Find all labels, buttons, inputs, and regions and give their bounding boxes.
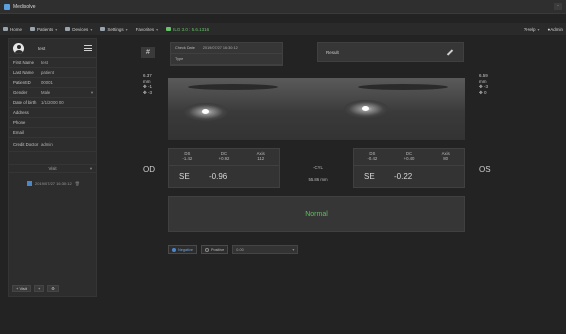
app-icon — [4, 3, 10, 10]
menu-bar: Home Patients ▾ Devices ▾ Settings ▾ Fav… — [0, 23, 566, 35]
right-pupil-measure: 6.59 mm ✥ -3 ✥ 0 — [479, 73, 489, 95]
field-date-of-birth[interactable]: Date of birth 1/1/2000 00 — [9, 98, 96, 108]
type-row: Type — [171, 54, 282, 65]
menu-help[interactable]: ? Help ▾ — [524, 27, 540, 32]
hash-button[interactable]: # — [141, 47, 155, 58]
edit-icon[interactable] — [446, 49, 454, 56]
left-brow — [188, 84, 278, 90]
chevron-down-icon: ▾ — [90, 26, 93, 32]
devices-icon — [65, 27, 71, 31]
os-label: OS — [479, 165, 491, 174]
settings-button[interactable]: ⚙ — [47, 285, 59, 292]
chevron-down-icon: ▾ — [125, 26, 128, 32]
field-first-name[interactable]: First Name test — [9, 58, 96, 68]
avatar — [13, 42, 24, 54]
field-patient-id[interactable]: PatientID 00001 — [9, 78, 96, 88]
arrow-vertical-icon: ✥ — [143, 89, 147, 95]
add-visit-button[interactable]: + Visit — [12, 285, 31, 292]
os-dc: DC +0.40 — [403, 151, 415, 161]
os-ds: DS -0.42 — [367, 151, 378, 161]
arrow-vertical-icon: ✥ — [479, 89, 483, 95]
chevron-down-icon: ▾ — [537, 26, 540, 32]
field-gender[interactable]: Gender Male ▾ — [9, 88, 96, 98]
menu-devices[interactable]: Devices ▾ — [65, 27, 92, 32]
positive-radio[interactable]: Positive — [201, 245, 229, 254]
od-se-value: -0.96 — [209, 172, 228, 181]
patient-name: test — [38, 45, 46, 51]
os-se-label: SE — [364, 172, 375, 181]
minimize-button[interactable]: - — [554, 3, 562, 10]
left-pupil-measure: 6.37 mm ✥ -1 ✥ -3 — [143, 73, 153, 95]
field-last-name[interactable]: Last Name patient — [9, 68, 96, 78]
center-measure: -CYL 55.86 mm — [308, 165, 328, 182]
chevron-down-icon: ▾ — [156, 26, 159, 32]
field-email[interactable]: Email — [9, 128, 96, 138]
od-measurement-panel: DS -1.42 DC +0.92 Axis 112 SE -0.96 — [168, 148, 280, 188]
check-info-panel: Check Date 2019/07/27 16:30:12 Type — [170, 42, 283, 66]
add-button[interactable]: + — [33, 285, 45, 292]
result-panel: Result — [317, 42, 464, 62]
od-label: OD — [143, 165, 155, 174]
radio-dot-icon — [172, 247, 176, 252]
check-date-row: Check Date 2019/07/27 16:30:12 — [171, 43, 282, 54]
hamburger-menu-icon[interactable] — [84, 45, 92, 51]
chevron-down-icon: ▾ — [89, 165, 92, 171]
sidebar-toolbar: + Visit + ⚙ — [12, 285, 62, 292]
delete-icon[interactable]: 🗑 — [75, 181, 80, 186]
diagnosis-result: Normal — [168, 196, 465, 232]
field-address[interactable]: Address — [9, 108, 96, 118]
menu-settings[interactable]: Settings ▾ — [100, 26, 128, 32]
chevron-down-icon: ▾ — [55, 26, 58, 32]
od-ds: DS -1.42 — [182, 151, 193, 161]
menu-home[interactable]: Home — [3, 27, 22, 32]
pupil-reflection — [202, 109, 209, 114]
visits-header[interactable]: Visit ▾ — [9, 164, 96, 173]
radio-dot-icon — [205, 247, 209, 252]
field-credit-doctor[interactable]: Credit Doctor admin — [9, 138, 96, 152]
bottom-controls: Negative Positive 0.00 ▾ — [168, 245, 299, 254]
patient-sidebar: test First Name test Last Name patient P… — [8, 38, 97, 297]
menu-admin[interactable]: ● Admin — [548, 27, 563, 32]
negative-radio[interactable]: Negative — [168, 245, 197, 254]
right-brow — [358, 84, 448, 90]
patient-profile: test — [9, 39, 96, 58]
od-se-label: SE — [179, 172, 190, 181]
eye-capture-image — [168, 78, 465, 140]
menu-favorites[interactable]: Favorites ▾ — [136, 27, 159, 32]
value-select[interactable]: 0.00 ▾ — [232, 245, 299, 254]
home-icon — [3, 27, 8, 31]
menu-patients[interactable]: Patients ▾ — [30, 27, 57, 32]
od-axis: Axis 112 — [256, 151, 265, 161]
patients-icon — [30, 27, 36, 31]
device-status: ILG 3.0 : 5.6.1316 — [166, 27, 209, 32]
title-bar: Medisolve - — [0, 0, 566, 14]
settings-icon — [100, 27, 106, 31]
field-phone[interactable]: Phone — [9, 118, 96, 128]
os-se-value: -0.22 — [394, 172, 413, 181]
window-title: Medisolve — [13, 3, 36, 10]
chevron-down-icon: ▾ — [90, 89, 93, 95]
os-measurement-panel: DS -0.42 DC +0.40 Axis 80 SE -0.22 — [353, 148, 465, 188]
os-axis: Axis 80 — [441, 151, 450, 161]
right-eye — [184, 103, 228, 121]
chevron-down-icon: ▾ — [292, 248, 295, 252]
left-eye — [344, 100, 388, 118]
device-connected-icon — [166, 27, 172, 31]
checkbox[interactable] — [27, 181, 32, 186]
arrow-horizontal-icon: ✥ — [143, 84, 147, 89]
list-item[interactable]: 2019/07/27 16:30:12 🗑 — [9, 181, 96, 186]
arrow-horizontal-icon: ✥ — [479, 84, 483, 89]
pupil-reflection — [362, 106, 369, 111]
od-dc: DC +0.92 — [218, 151, 230, 161]
